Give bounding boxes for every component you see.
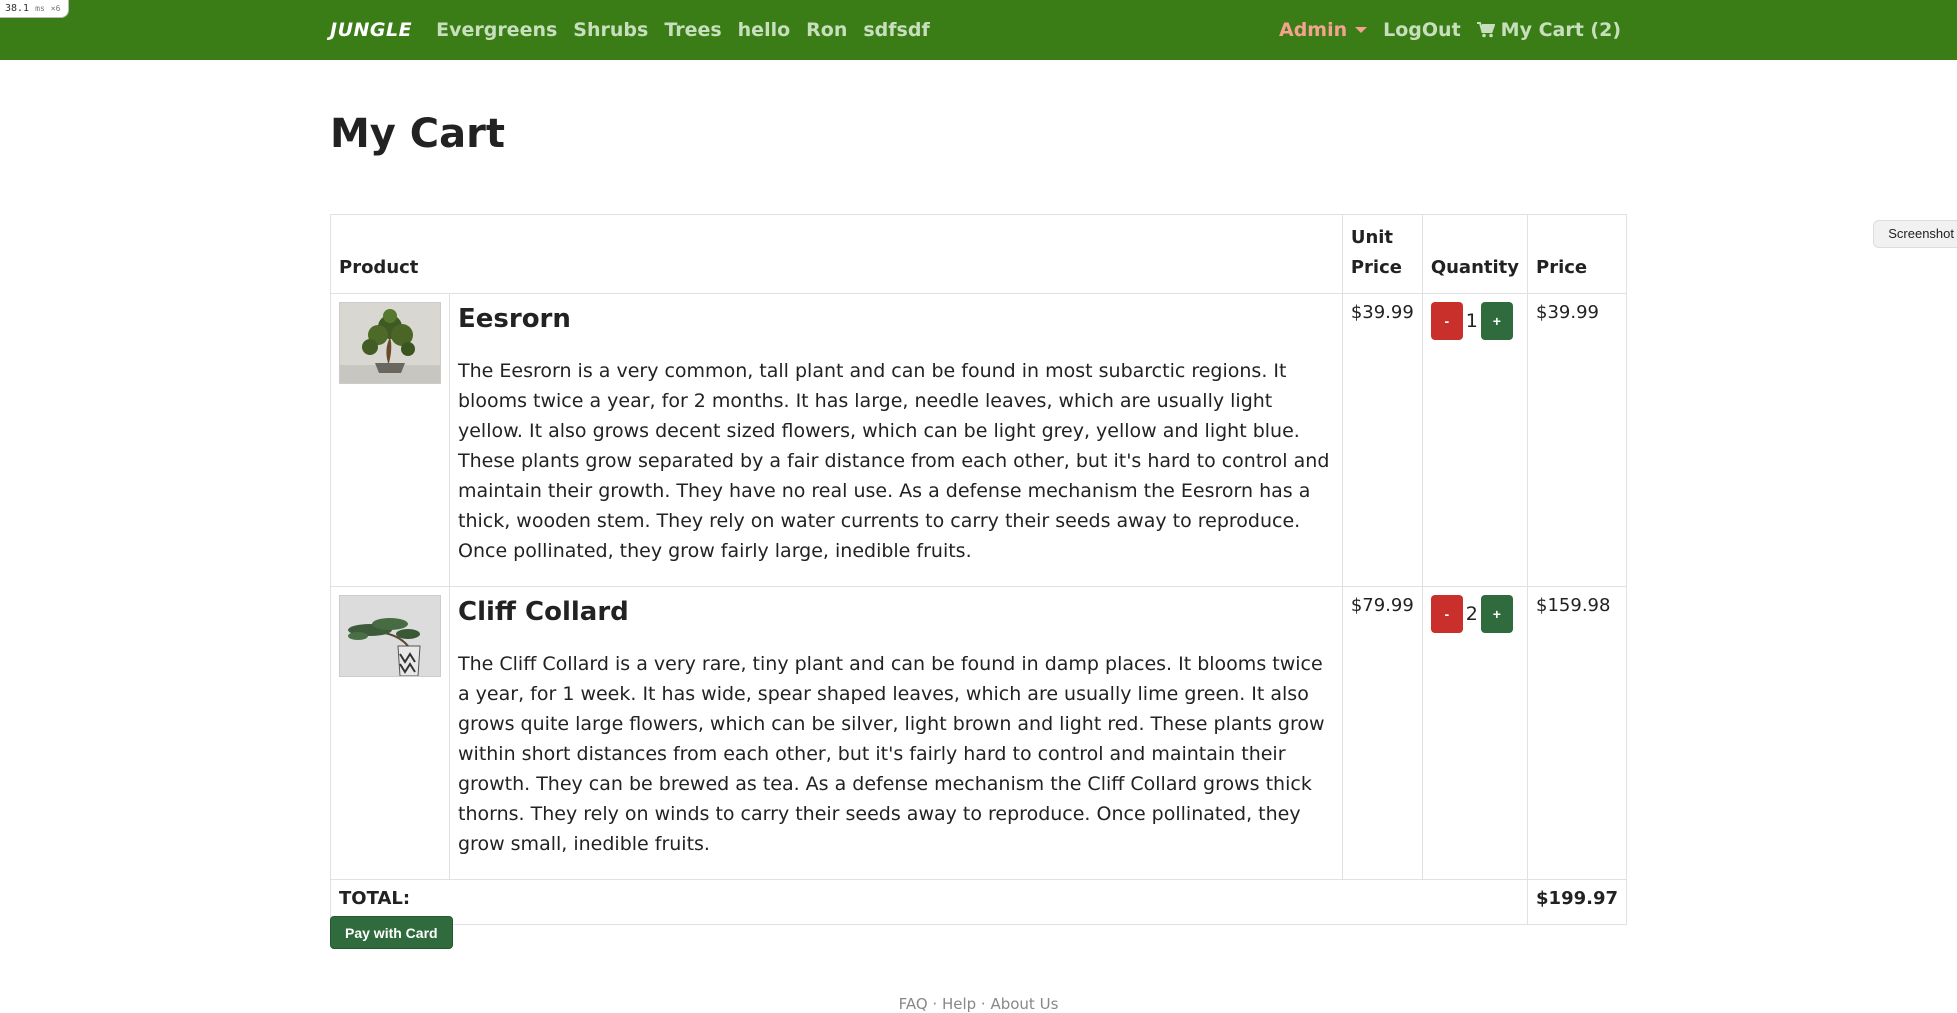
admin-dropdown[interactable]: Admin: [1278, 19, 1368, 41]
performance-badge: 38.1 ms ×6: [0, 0, 70, 18]
quantity-cell: - 1 +: [1421, 293, 1529, 587]
navbar-inner: JUNGLE Evergreens Shrubs Trees hello Ron…: [330, 0, 1621, 60]
admin-label: Admin: [1278, 19, 1348, 41]
line-price-cell: $159.98: [1527, 586, 1627, 880]
nav-link-hello[interactable]: hello: [738, 19, 791, 41]
total-row: TOTAL: $199.97: [329, 879, 1627, 925]
header-quantity: Quantity: [1421, 214, 1529, 294]
total-label: TOTAL:: [329, 879, 1529, 925]
nav-left: JUNGLE Evergreens Shrubs Trees hello Ron…: [330, 19, 946, 41]
pay-with-card-button[interactable]: Pay with Card: [330, 916, 453, 949]
nav-link-evergreens[interactable]: Evergreens: [436, 19, 557, 41]
product-image-bonsai: [339, 302, 441, 384]
caret-down-icon: [1355, 27, 1368, 33]
unit-price-cell: $79.99: [1341, 586, 1423, 880]
nav-link-ron[interactable]: Ron: [806, 19, 847, 41]
product-name[interactable]: Eesrorn: [458, 302, 1334, 336]
table-row: Cliff Collard The Cliff Collard is a ver…: [330, 586, 1627, 880]
brand-logo[interactable]: JUNGLE: [330, 19, 412, 41]
nav-link-sdfsdf[interactable]: sdfsdf: [863, 19, 929, 41]
total-value: $199.97: [1527, 879, 1627, 925]
quantity-value: 1: [1465, 310, 1478, 332]
footer-links[interactable]: FAQ · Help · About Us: [0, 995, 1957, 1013]
header-price: Price: [1527, 214, 1627, 294]
product-name[interactable]: Cliff Collard: [458, 595, 1334, 629]
cart-icon: [1476, 22, 1495, 38]
quantity-stepper: - 2 +: [1430, 595, 1519, 633]
product-description: The Eesrorn is a very common, tall plant…: [458, 360, 1330, 562]
product-image-bonsai: [339, 595, 441, 677]
cart-table: Product Unit Price Quantity Price Eesror…: [329, 214, 1627, 925]
my-cart-link[interactable]: My Cart (2): [1476, 19, 1621, 41]
perf-value: 38.1: [5, 3, 30, 14]
quantity-value: 2: [1465, 603, 1478, 625]
table-row: Eesrorn The Eesrorn is a very common, ta…: [330, 293, 1627, 587]
increase-quantity-button[interactable]: +: [1480, 302, 1513, 340]
quantity-cell: - 2 +: [1421, 586, 1529, 880]
product-info-cell: Cliff Collard The Cliff Collard is a ver…: [449, 586, 1343, 880]
my-cart-label: My Cart (2): [1500, 19, 1621, 41]
main-content: My Cart Product Unit Price Quantity Pric…: [329, 60, 1627, 949]
quantity-stepper: - 1 +: [1430, 302, 1519, 340]
table-header-row: Product Unit Price Quantity Price: [330, 214, 1627, 294]
decrease-quantity-button[interactable]: -: [1430, 302, 1463, 340]
page-title: My Cart: [330, 111, 505, 157]
product-image-cell: [330, 293, 450, 587]
screenshot-tab[interactable]: Screenshot: [1873, 220, 1957, 248]
logout-link[interactable]: LogOut: [1383, 19, 1461, 41]
perf-unit: ms: [35, 4, 45, 13]
decrease-quantity-button[interactable]: -: [1430, 595, 1463, 633]
header-product: Product: [330, 214, 1343, 294]
product-info-cell: Eesrorn The Eesrorn is a very common, ta…: [449, 293, 1343, 587]
nav-link-shrubs[interactable]: Shrubs: [573, 19, 648, 41]
product-description: The Cliff Collard is a very rare, tiny p…: [458, 653, 1325, 855]
nav-right: Admin LogOut My Cart (2): [1263, 19, 1621, 41]
increase-quantity-button[interactable]: +: [1480, 595, 1513, 633]
line-price-cell: $39.99: [1527, 293, 1627, 587]
product-image-cell: [330, 586, 450, 880]
perf-multiplier: ×6: [50, 4, 61, 13]
unit-price-cell: $39.99: [1341, 293, 1423, 587]
header-unit-price: Unit Price: [1341, 214, 1423, 294]
nav-link-trees[interactable]: Trees: [664, 19, 721, 41]
top-navbar: JUNGLE Evergreens Shrubs Trees hello Ron…: [0, 0, 1957, 60]
